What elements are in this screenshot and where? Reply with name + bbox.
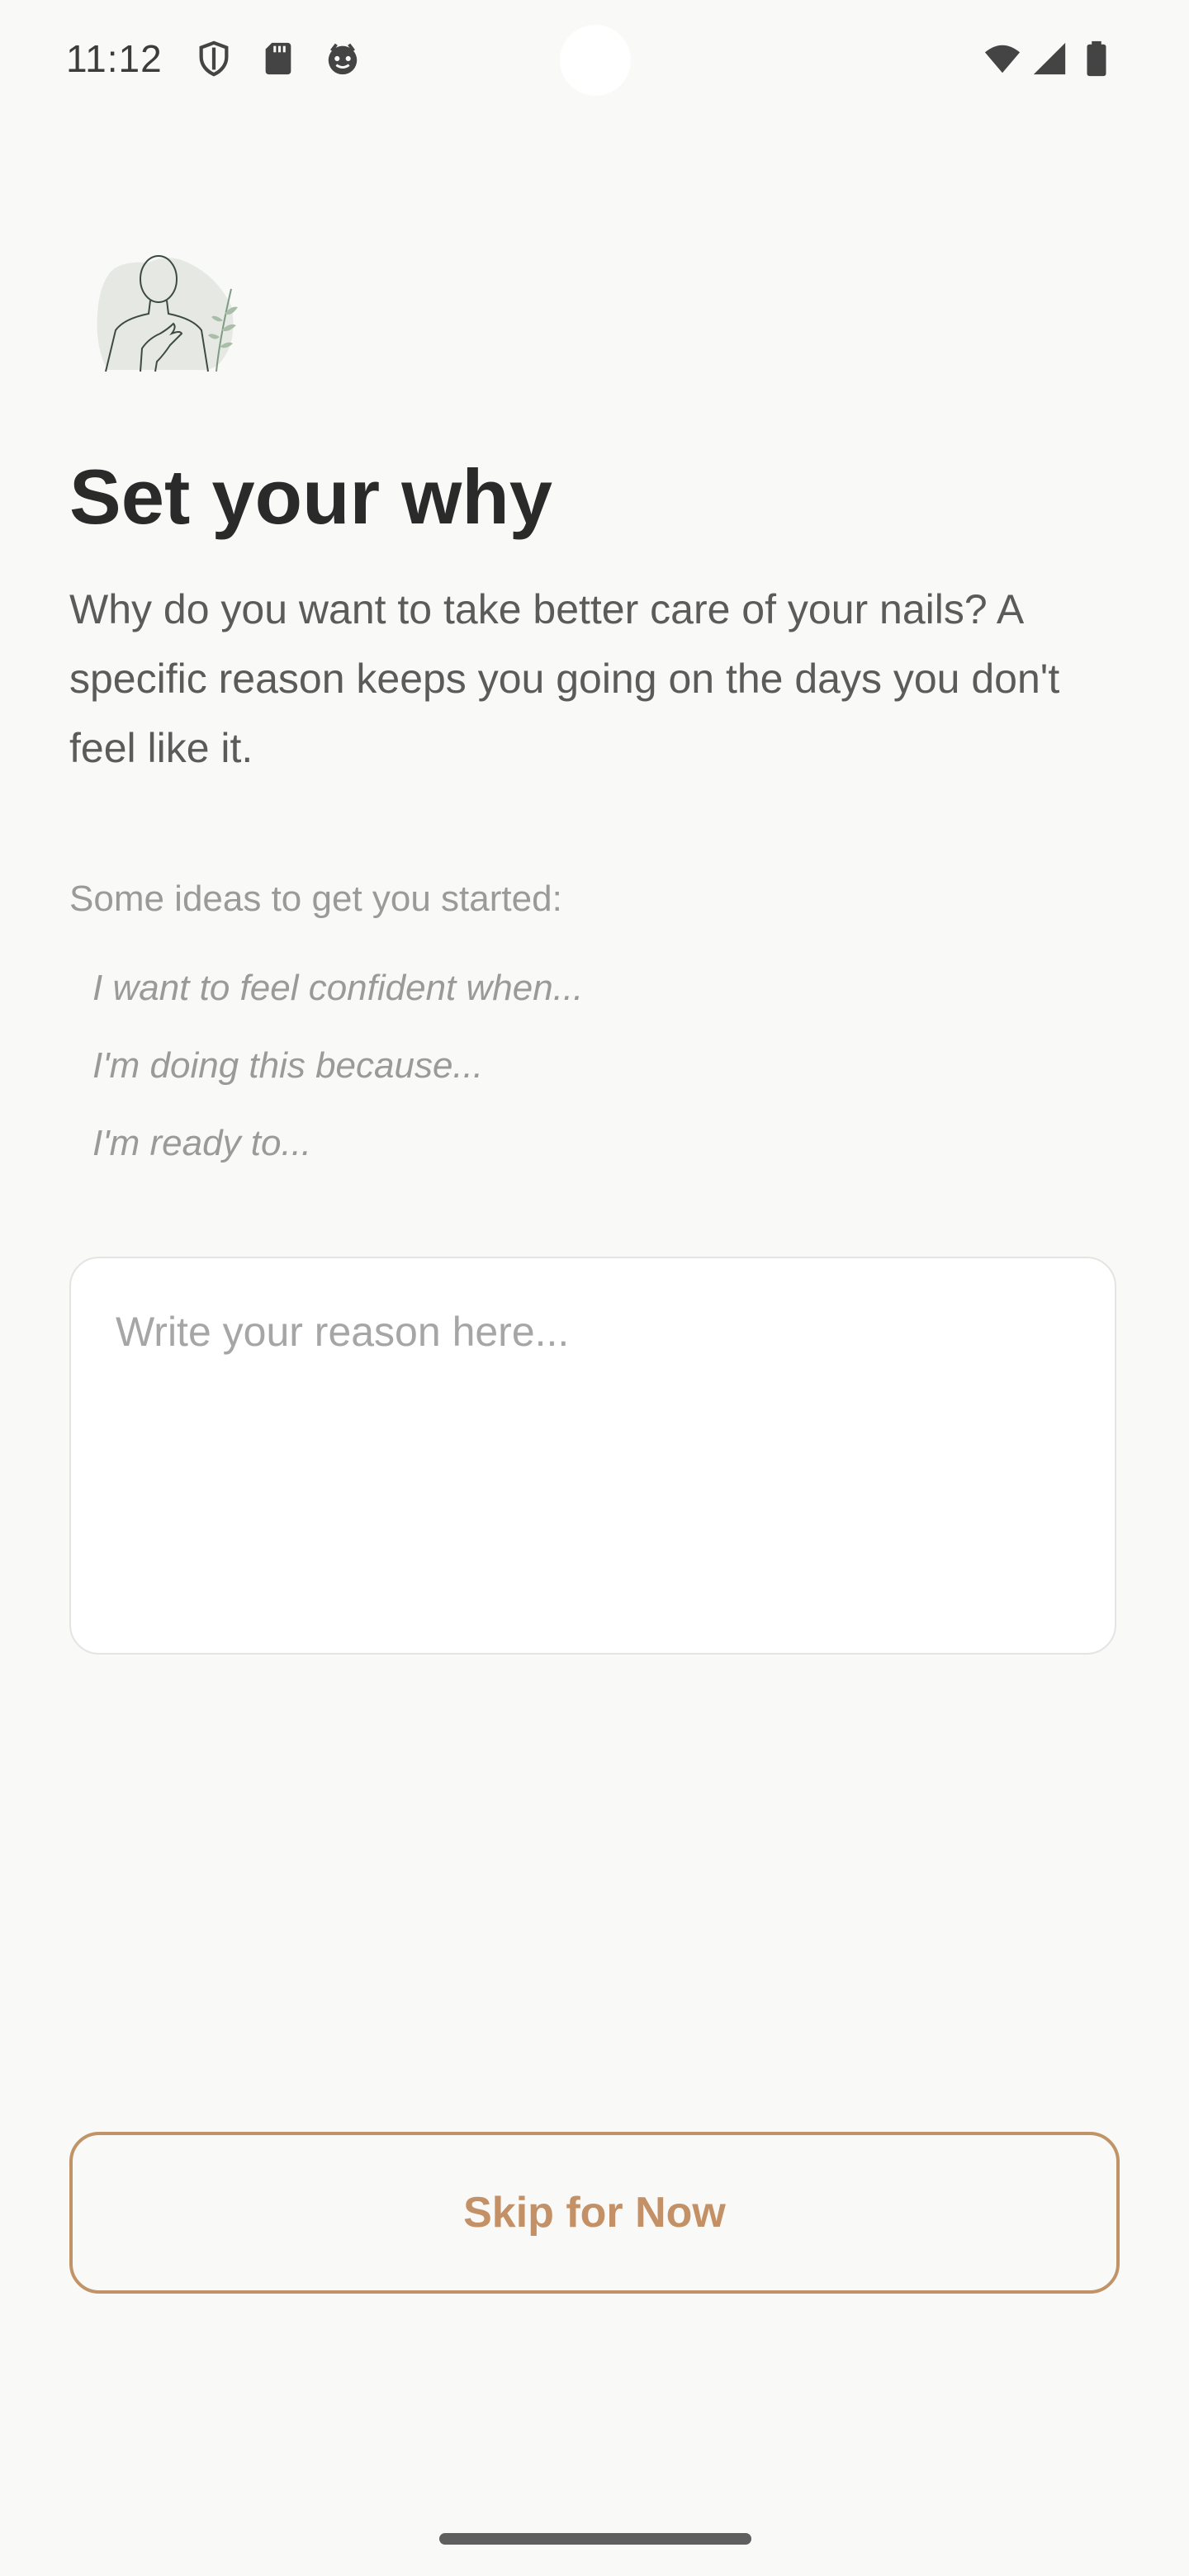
page-title: Set your why [69, 453, 553, 540]
wifi-icon [984, 45, 1021, 73]
status-time: 11:12 [66, 37, 163, 80]
face-icon [328, 43, 358, 75]
idea-item: I want to feel confident when... [92, 968, 584, 1008]
page-subtitle: Why do you want to take better care of y… [69, 586, 1060, 771]
sd-card-icon [265, 42, 291, 75]
home-indicator[interactable] [439, 2533, 751, 2545]
status-bar: 11:12 [0, 0, 1189, 116]
shield-icon [199, 40, 229, 77]
ideas-heading: Some ideas to get you started: [69, 878, 562, 919]
idea-item: I'm ready to... [92, 1123, 312, 1163]
idea-item: I'm doing this because... [92, 1045, 484, 1086]
signal-icon [1033, 42, 1066, 75]
reason-input[interactable] [69, 1257, 1116, 1655]
person-hand-on-heart-icon [97, 255, 238, 372]
battery-icon [1087, 40, 1106, 77]
skip-button[interactable]: Skip for Now [69, 2132, 1120, 2294]
camera-cutout [560, 25, 631, 96]
